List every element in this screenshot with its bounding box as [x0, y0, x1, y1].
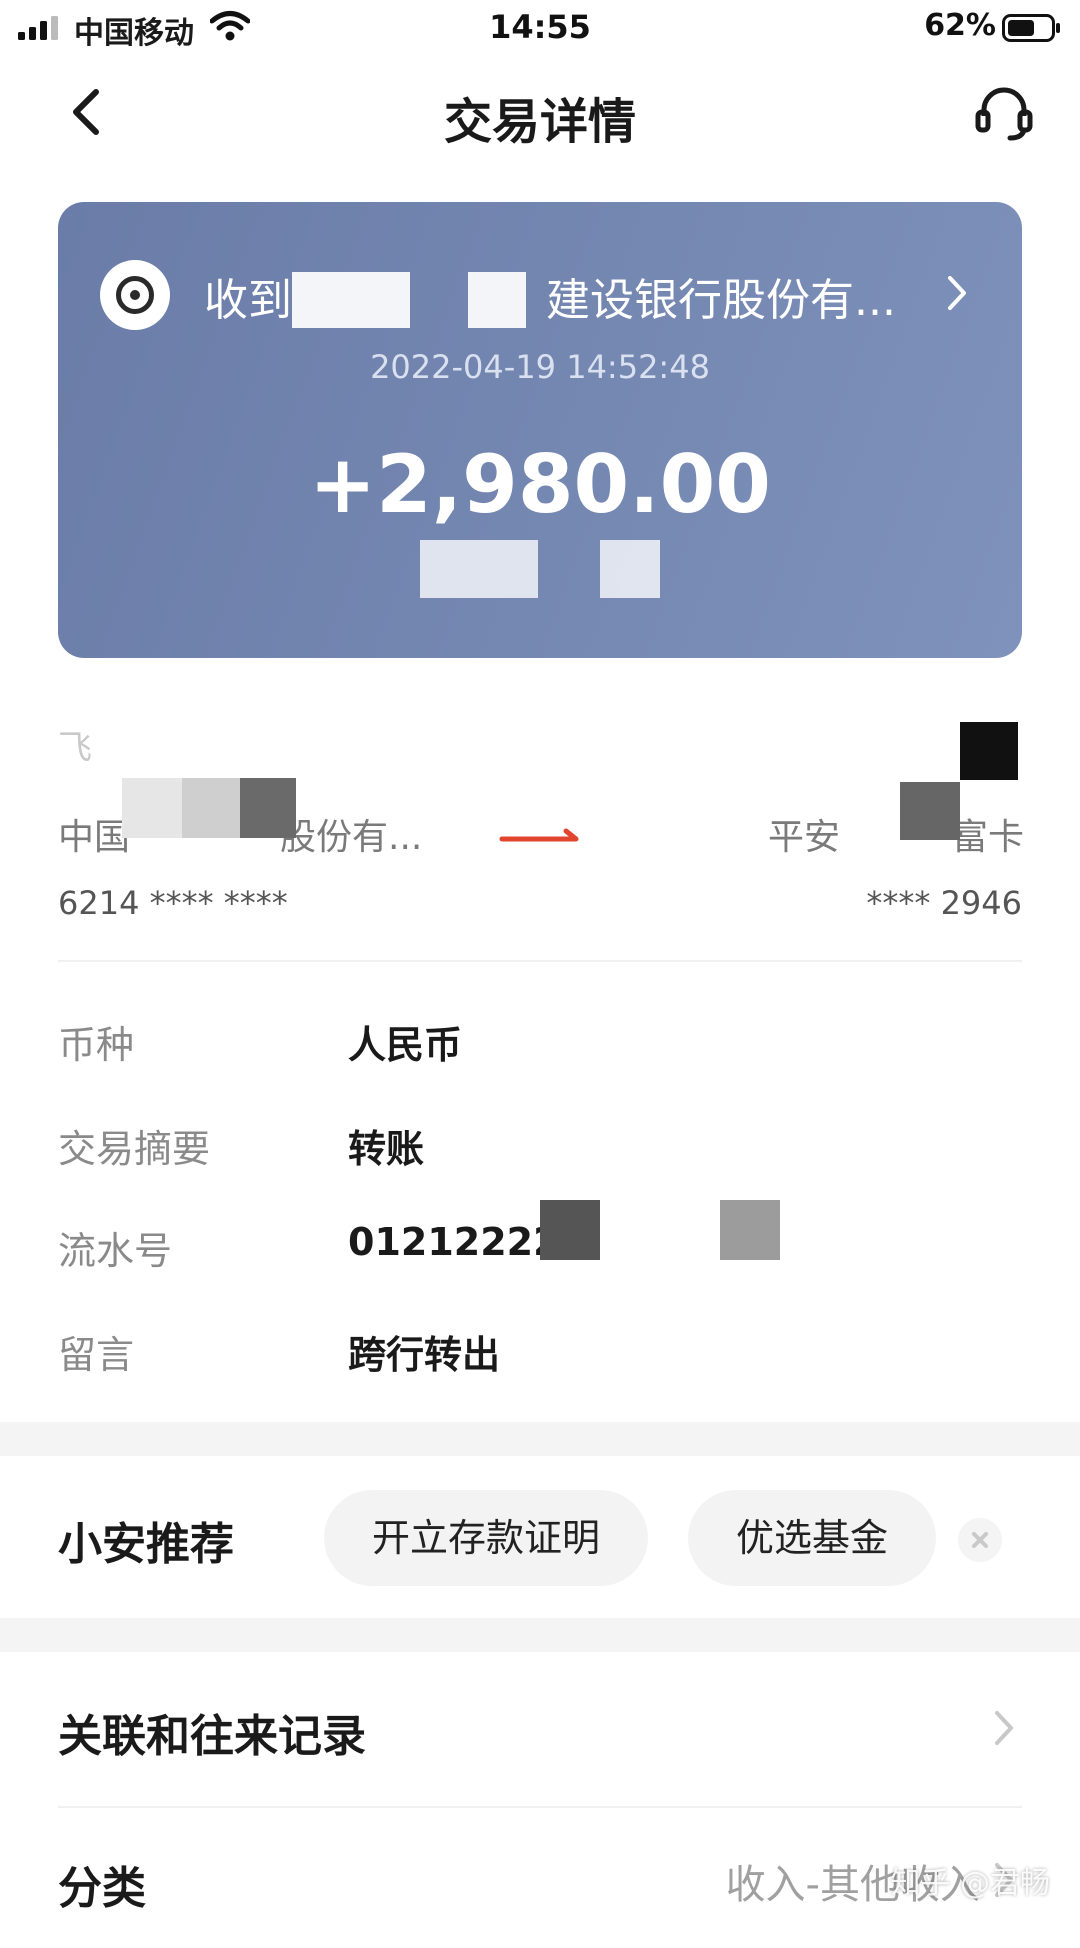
divider: [58, 960, 1022, 962]
detail-value: 01212222: [348, 1220, 560, 1264]
privacy-mask: [900, 782, 960, 840]
page-title: 交易详情: [443, 94, 636, 150]
related-records-row[interactable]: 关联和往来记录: [0, 1664, 1080, 1794]
privacy-mask: [292, 272, 410, 328]
privacy-mask: [600, 540, 660, 598]
counterparty-text: 收到 建设银行股份有...: [204, 264, 896, 328]
list-title: 关联和往来记录: [58, 1711, 366, 1762]
privacy-mask: [182, 778, 240, 838]
transfer-section: 飞 梁 中国股份有... 平安富卡 6214 **** **** **** 29…: [0, 700, 1080, 960]
privacy-mask: [468, 272, 526, 328]
payer-account: 6214 **** ****: [58, 884, 288, 922]
headset-icon[interactable]: [974, 84, 1034, 144]
detail-row-serial: 流水号 01212222: [58, 1200, 1022, 1280]
nav-bar: 交易详情: [0, 60, 1080, 160]
detail-row-currency: 币种 人民币: [58, 1014, 1022, 1074]
payee-bank: 平安 富卡: [767, 817, 1024, 858]
close-icon[interactable]: [958, 1518, 1002, 1562]
watermark: 知乎 @君畅: [890, 1866, 1050, 1901]
chevron-right-icon: [948, 276, 966, 310]
detail-label: 流水号: [58, 1229, 173, 1273]
privacy-mask: [960, 722, 1018, 780]
privacy-mask: [420, 540, 538, 598]
status-time: 14:55: [489, 8, 591, 46]
transaction-card: 收到 建设银行股份有... 2022-04-19 14:52:48 +2,980.…: [58, 202, 1022, 658]
list-title: 分类: [58, 1863, 146, 1914]
transaction-amount: +2,980.00: [309, 438, 771, 531]
title-suffix: 建设银行股份有...: [546, 275, 896, 326]
detail-value: 转账: [348, 1127, 425, 1171]
title-prefix: 收到: [204, 275, 292, 326]
battery-percent: 62%: [924, 8, 996, 43]
chip-deposit-certificate[interactable]: 开立存款证明: [324, 1490, 648, 1586]
detail-label: 币种: [58, 1023, 135, 1067]
section-gap: [0, 1422, 1080, 1456]
recommend-title: 小安推荐: [58, 1519, 234, 1570]
detail-value: 跨行转出: [348, 1333, 501, 1377]
privacy-mask: [720, 1200, 780, 1260]
chip-fund[interactable]: 优选基金: [688, 1490, 936, 1586]
section-gap: [0, 1618, 1080, 1652]
bank-logo-icon: [100, 260, 170, 330]
detail-label: 交易摘要: [58, 1127, 211, 1171]
divider: [58, 1806, 1022, 1808]
detail-row-message: 留言 跨行转出: [58, 1324, 1022, 1384]
payer-name: 飞: [58, 728, 92, 768]
detail-value: 人民币: [348, 1023, 463, 1067]
status-bar: 中国移动 14:55 62%: [0, 0, 1080, 56]
privacy-mask: [240, 778, 296, 838]
detail-row-summary: 交易摘要 转账: [58, 1118, 1022, 1178]
transfer-arrow-icon: [499, 828, 579, 842]
privacy-mask: [122, 778, 182, 838]
chevron-right-icon: [995, 1711, 1013, 1745]
privacy-mask: [540, 1200, 600, 1260]
detail-label: 留言: [58, 1333, 135, 1377]
payee-account: **** 2946: [866, 884, 1022, 922]
battery-icon: [1002, 14, 1060, 42]
counterparty-row[interactable]: 收到 建设银行股份有...: [100, 254, 980, 334]
transaction-datetime: 2022-04-19 14:52:48: [370, 348, 710, 386]
